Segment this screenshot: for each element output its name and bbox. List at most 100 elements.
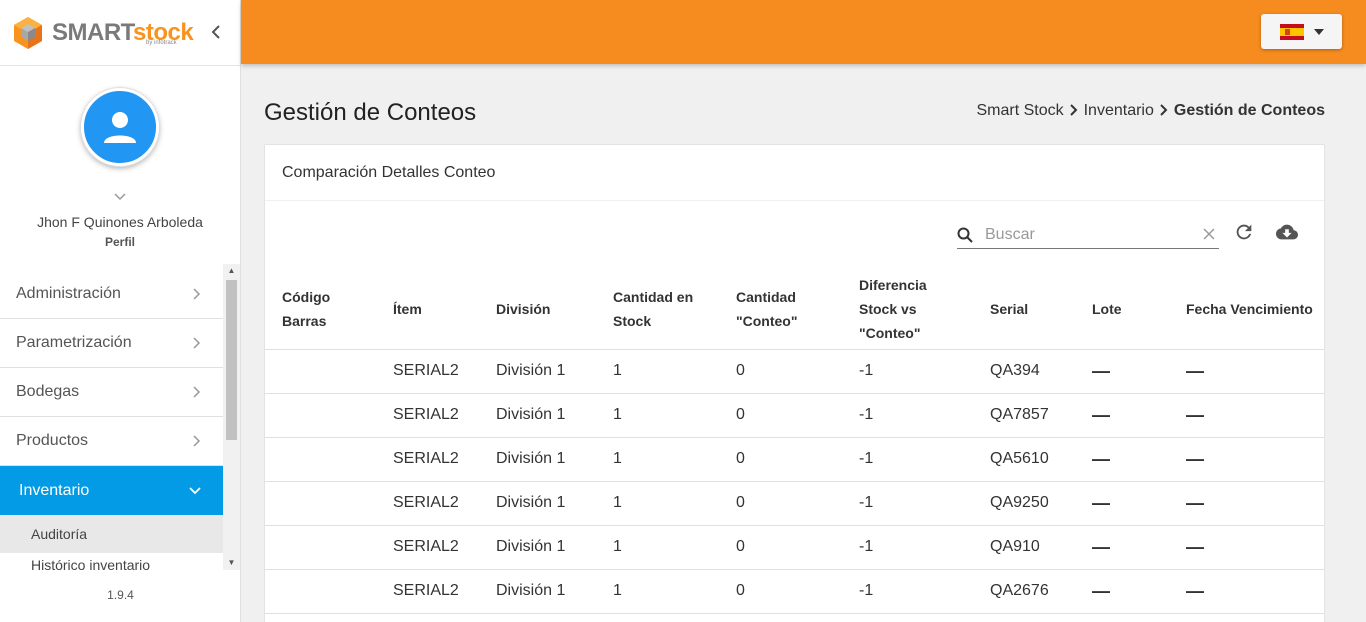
cell-diferencia: -1 <box>842 525 973 570</box>
sidebar-item-parametrizacion[interactable]: Parametrización <box>0 319 223 368</box>
search-input[interactable] <box>985 225 1199 244</box>
refresh-icon <box>1236 224 1252 240</box>
cell-cantidad-stock: 1 <box>596 481 719 526</box>
table-row[interactable]: SERIAL2 División 1 1 0 -1 QA9250— — <box>265 481 1324 526</box>
cell-cantidad-conteo: 0 <box>719 393 842 438</box>
col-header-diferencia[interactable]: Diferencia Stock vs "Conteo" <box>842 269 973 350</box>
sidebar-scrollbar[interactable]: ▲ ▼ <box>223 264 240 570</box>
collapse-sidebar-button[interactable] <box>206 22 226 42</box>
cell-codigo-barras <box>265 349 376 394</box>
sidebar-item-label: Inventario <box>19 481 90 499</box>
table-row[interactable]: SERIAL2 División 1 1 0 -1 QA7857— — <box>265 393 1324 438</box>
breadcrumb: Smart Stock Inventario Gestión de Conteo… <box>976 102 1325 120</box>
caret-down-icon <box>1313 28 1324 35</box>
count-comparison-table: Código Barras Ítem División Cantidad en … <box>265 269 1324 614</box>
cell-cantidad-stock: 1 <box>596 525 719 570</box>
cell-item: SERIAL2 <box>376 349 479 394</box>
chevron-right-icon <box>1069 103 1078 120</box>
sidebar-item-label: Parametrización <box>16 334 132 351</box>
cell-item: SERIAL2 <box>376 569 479 614</box>
col-header-codigo-barras[interactable]: Código Barras <box>265 269 376 350</box>
cell-serial: QA9250 <box>973 481 1075 526</box>
topbar <box>241 0 1366 64</box>
cell-diferencia: -1 <box>842 437 973 482</box>
col-header-fecha-vencimiento[interactable]: Fecha Vencimiento <box>1169 269 1324 350</box>
cell-cantidad-conteo: 0 <box>719 437 842 482</box>
cell-diferencia: -1 <box>842 481 973 526</box>
chevron-right-icon <box>193 337 201 349</box>
cell-diferencia: -1 <box>842 393 973 438</box>
table-row[interactable]: SERIAL2 División 1 1 0 -1 QA910— — <box>265 525 1324 570</box>
breadcrumb-item-current: Gestión de Conteos <box>1173 102 1325 119</box>
search-box <box>957 221 1219 249</box>
cell-fecha-vencimiento: — <box>1169 481 1324 526</box>
cell-fecha-vencimiento: — <box>1169 393 1324 438</box>
cell-serial: QA394 <box>973 349 1075 394</box>
cell-diferencia: -1 <box>842 569 973 614</box>
profile-expand-button[interactable] <box>0 190 240 204</box>
cell-codigo-barras <box>265 481 376 526</box>
cell-codigo-barras <box>265 393 376 438</box>
sidebar-item-label: Bodegas <box>16 383 80 400</box>
cell-item: SERIAL2 <box>376 437 479 482</box>
user-role[interactable]: Perfil <box>0 235 240 249</box>
sidebar-item-administracion[interactable]: Administración <box>0 270 223 319</box>
breadcrumb-item-smart-stock[interactable]: Smart Stock <box>976 102 1063 120</box>
sidebar-item-label: Productos <box>16 432 89 449</box>
cell-lote: — <box>1075 393 1169 438</box>
cell-division: División 1 <box>479 569 596 614</box>
cell-cantidad-conteo: 0 <box>719 525 842 570</box>
clear-search-icon[interactable] <box>1199 224 1219 245</box>
col-header-cantidad-conteo[interactable]: Cantidad "Conteo" <box>719 269 842 350</box>
cell-lote: — <box>1075 349 1169 394</box>
table-row[interactable]: SERIAL2 División 1 1 0 -1 QA394— — <box>265 349 1324 394</box>
scroll-up-icon[interactable]: ▲ <box>223 264 240 278</box>
sidebar-subitem-auditoria[interactable]: Auditoría <box>0 515 223 553</box>
table-body: SERIAL2 División 1 1 0 -1 QA394— — SERIAL2 Divis… <box>265 349 1324 614</box>
cell-division: División 1 <box>479 437 596 482</box>
logo-icon <box>14 16 42 49</box>
breadcrumb-item-inventario[interactable]: Inventario <box>1084 102 1154 120</box>
cell-cantidad-conteo: 0 <box>719 569 842 614</box>
chevron-right-icon <box>193 386 201 398</box>
spain-flag-icon <box>1279 23 1304 40</box>
col-header-cantidad-stock[interactable]: Cantidad en Stock <box>596 269 719 350</box>
col-header-serial[interactable]: Serial <box>973 269 1075 350</box>
sidebar-item-inventario[interactable]: Inventario <box>0 466 223 515</box>
sidebar-item-bodegas[interactable]: Bodegas <box>0 368 223 417</box>
cell-division: División 1 <box>479 393 596 438</box>
cell-lote: — <box>1075 481 1169 526</box>
download-button[interactable] <box>1274 221 1302 245</box>
cell-fecha-vencimiento: — <box>1169 525 1324 570</box>
main-content: Gestión de Conteos Smart Stock Inventari… <box>241 64 1350 622</box>
scroll-down-icon[interactable]: ▼ <box>223 556 240 570</box>
cell-diferencia: -1 <box>842 349 973 394</box>
chevron-down-icon <box>114 193 126 201</box>
sidebar-subitem-historico-inventario[interactable]: Histórico inventario <box>0 553 223 570</box>
sidebar-item-productos[interactable]: Productos <box>0 417 223 466</box>
language-selector-button[interactable] <box>1261 14 1342 49</box>
chevron-right-icon <box>193 288 201 300</box>
logo-bar: SMARTstock by infotrack <box>0 0 240 66</box>
refresh-button[interactable] <box>1233 221 1257 245</box>
cell-lote: — <box>1075 525 1169 570</box>
sidebar: SMARTstock by infotrack Jhon F Quinones … <box>0 0 241 622</box>
cell-cantidad-stock: 1 <box>596 349 719 394</box>
table-row[interactable]: SERIAL2 División 1 1 0 -1 QA5610— — <box>265 437 1324 482</box>
cell-cantidad-conteo: 0 <box>719 481 842 526</box>
comparison-card: Comparación Detalles Conteo Có <box>264 144 1325 622</box>
cell-serial: QA7857 <box>973 393 1075 438</box>
col-header-item[interactable]: Ítem <box>376 269 479 350</box>
scrollbar-thumb[interactable] <box>226 280 237 440</box>
card-title: Comparación Detalles Conteo <box>265 145 1324 201</box>
col-header-lote[interactable]: Lote <box>1075 269 1169 350</box>
col-header-division[interactable]: División <box>479 269 596 350</box>
cell-serial: QA2676 <box>973 569 1075 614</box>
table-row[interactable]: SERIAL2 División 1 1 0 -1 QA2676— — <box>265 569 1324 614</box>
cell-serial: QA910 <box>973 525 1075 570</box>
avatar[interactable] <box>81 88 159 166</box>
cell-item: SERIAL2 <box>376 393 479 438</box>
profile-section: Jhon F Quinones Arboleda Perfil <box>0 66 240 249</box>
sidebar-menu: Administración Parametrización Bodegas P… <box>0 270 223 570</box>
search-icon <box>957 227 977 243</box>
